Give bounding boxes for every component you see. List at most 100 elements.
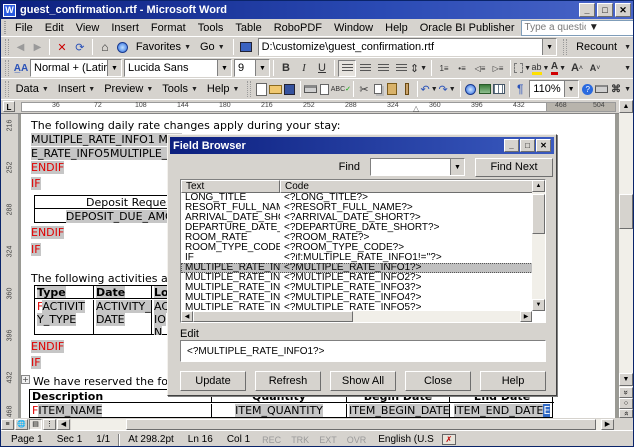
print-preview-icon[interactable]: [318, 81, 332, 98]
toolbar-options-icon[interactable]: ▼: [623, 44, 632, 51]
bip-menu-tools[interactable]: Tools▼: [158, 82, 203, 96]
column-header-text[interactable]: Text: [181, 180, 280, 193]
save-icon[interactable]: [282, 81, 296, 98]
show-all-button[interactable]: Show All: [330, 371, 396, 391]
new-document-icon[interactable]: [254, 81, 268, 98]
scroll-right-icon[interactable]: ▶: [520, 311, 532, 322]
field-row[interactable]: ARRIVAL_DATE_SHORT<?ARRIVAL_DATE_SHORT?>: [181, 213, 545, 223]
menu-oracle-bi-publisher[interactable]: Oracle BI Publisher: [414, 21, 521, 35]
table-cell[interactable]: ITEM_BEGIN_DATE: [347, 404, 450, 418]
redo-icon[interactable]: ↷▼: [439, 81, 457, 98]
doc-if-field[interactable]: IF: [31, 177, 41, 190]
insert-hyperlink-icon[interactable]: [464, 81, 478, 98]
show-web-toolbar-icon[interactable]: [237, 39, 255, 56]
help-question-box[interactable]: Type a question for help ▼: [521, 20, 634, 36]
grow-font-icon[interactable]: A˄: [568, 60, 586, 77]
doc-field[interactable]: MULTIPLE_RATE_INFO1 MUL: [31, 133, 182, 146]
close-button[interactable]: ✕: [615, 3, 631, 17]
indent-marker[interactable]: △: [413, 104, 419, 113]
menu-insert[interactable]: Insert: [105, 21, 145, 35]
field-row[interactable]: DEPARTURE_DATE_SH...<?DEPARTURE_DATE_SHO…: [181, 223, 545, 233]
help-button[interactable]: Help: [480, 371, 546, 391]
doc-if-field[interactable]: IF: [31, 356, 41, 369]
toolbar-grip[interactable]: [247, 81, 251, 97]
doc-endif-field[interactable]: ENDIF: [31, 161, 64, 174]
table-cell[interactable]: ITEM_QUANTITY: [212, 404, 347, 418]
field-row[interactable]: ROOM_TYPE_CODE<?ROOM_TYPE_CODE?>: [181, 243, 545, 253]
minimize-button[interactable]: _: [579, 3, 595, 17]
align-left-icon[interactable]: [338, 60, 356, 77]
horizontal-scrollbar[interactable]: [71, 419, 601, 430]
copy-icon[interactable]: [371, 81, 385, 98]
insert-table-icon[interactable]: [492, 81, 506, 98]
toolbar-grip[interactable]: [563, 39, 567, 55]
scroll-up-icon[interactable]: ▲: [619, 100, 633, 113]
bip-menu-preview[interactable]: Preview▼: [100, 82, 158, 96]
table-cell[interactable]: FACTIVIT Y_TYPE: [35, 300, 94, 335]
home-icon[interactable]: [96, 39, 114, 56]
chevron-down-icon[interactable]: ▼: [564, 81, 578, 97]
font-color-icon[interactable]: A▼: [550, 60, 568, 77]
doc-field[interactable]: E_RATE_INFO5MULTIPLE_RA: [31, 147, 182, 160]
scroll-right-icon[interactable]: ▶: [601, 419, 614, 430]
edit-input[interactable]: [180, 340, 546, 362]
scroll-left-icon[interactable]: ◀: [57, 419, 70, 430]
bold-icon[interactable]: B: [277, 60, 295, 77]
shrink-font-icon[interactable]: A˅: [586, 60, 604, 77]
spelling-status-icon[interactable]: ✗: [442, 434, 456, 445]
highlight-icon[interactable]: ab▼: [532, 60, 550, 77]
menu-edit[interactable]: Edit: [39, 21, 70, 35]
cut-icon[interactable]: ✂: [357, 81, 371, 98]
paste-icon[interactable]: [385, 81, 399, 98]
dialog-minimize-button[interactable]: _: [504, 139, 519, 152]
web-layout-view-icon[interactable]: 🌐: [15, 419, 28, 430]
scroll-down-icon[interactable]: ▼: [532, 299, 545, 311]
table-move-handle[interactable]: +: [21, 375, 30, 384]
scrollbar-thumb[interactable]: [126, 419, 596, 430]
spelling-icon[interactable]: ABC✓: [332, 81, 350, 98]
maximize-button[interactable]: □: [597, 3, 613, 17]
scrollbar-thumb[interactable]: [619, 194, 633, 229]
favorites-menu[interactable]: Favorites▼: [132, 40, 196, 54]
toolbar-grip[interactable]: [5, 81, 9, 97]
styles-and-formatting-icon[interactable]: A̲A: [12, 60, 30, 77]
field-row[interactable]: MULTIPLE_RATE_INFO3<?MULTIPLE_RATE_INFO3…: [181, 283, 545, 293]
horizontal-ruler[interactable]: L 36 72 108 144 180 216 252 288 324 360 …: [1, 100, 621, 114]
toolbar-options-icon[interactable]: ▼: [623, 65, 632, 72]
find-icon[interactable]: ⌘: [609, 81, 623, 98]
bullets-icon[interactable]: •≡: [453, 60, 471, 77]
browse-previous-icon[interactable]: »: [619, 387, 633, 398]
select-browse-object-icon[interactable]: ○: [619, 398, 633, 409]
chevron-down-icon[interactable]: ▼: [586, 22, 634, 33]
scroll-up-icon[interactable]: ▲: [532, 180, 545, 192]
go-menu[interactable]: Go▼: [196, 40, 230, 54]
field-row-selected[interactable]: MULTIPLE_RATE_INFO1<?MULTIPLE_RATE_INFO1…: [181, 263, 545, 273]
address-combo[interactable]: D:\customize\guest_confirmation.rtf ▼: [258, 38, 557, 56]
line-spacing-icon[interactable]: ⇕▼: [410, 60, 428, 77]
field-row[interactable]: MULTIPLE_RATE_INFO2<?MULTIPLE_RATE_INFO2…: [181, 273, 545, 283]
refresh-icon[interactable]: ⟳: [71, 39, 89, 56]
menu-robopdf[interactable]: RoboPDF: [268, 21, 328, 35]
chevron-down-icon[interactable]: ▼: [107, 60, 121, 76]
menu-window[interactable]: Window: [328, 21, 379, 35]
menu-tools[interactable]: Tools: [192, 21, 230, 35]
normal-view-icon[interactable]: ≡: [1, 419, 14, 430]
status-ovr[interactable]: OVR: [343, 434, 371, 446]
menu-view[interactable]: View: [70, 21, 106, 35]
table-cell[interactable]: FITEM_NAME: [30, 404, 212, 418]
zoom-combo[interactable]: 110% ▼: [529, 80, 578, 98]
bip-menu-help[interactable]: Help▼: [203, 82, 245, 96]
menu-table[interactable]: Table: [229, 21, 267, 35]
bip-menu-data[interactable]: Data▼: [12, 82, 54, 96]
status-ext[interactable]: EXT: [315, 434, 341, 446]
print-layout-view-icon[interactable]: ▤: [29, 419, 42, 430]
toolbar-grip[interactable]: [4, 21, 6, 34]
field-list[interactable]: Text Code LONG_TITLE<?LONG_TITLE?> RESOR…: [180, 179, 546, 323]
list-vertical-scrollbar[interactable]: ▲ ▼: [532, 180, 545, 311]
field-row[interactable]: ROOM_RATE<?ROOM_RATE?>: [181, 233, 545, 243]
print-icon[interactable]: [304, 81, 318, 98]
undo-icon[interactable]: ↶▼: [421, 81, 439, 98]
decrease-indent-icon[interactable]: ◁≡: [471, 60, 489, 77]
table-cell[interactable]: ACTIVITY_ DATE: [94, 300, 152, 335]
font-size-combo[interactable]: 9 ▼: [234, 59, 270, 77]
